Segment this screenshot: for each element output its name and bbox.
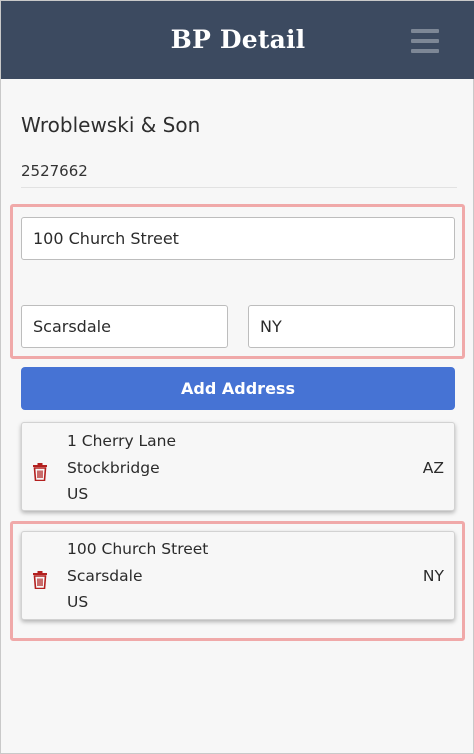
bp-name: Wroblewski & Son [21, 113, 201, 137]
city-input[interactable]: Scarsdale [21, 305, 228, 348]
address-street: 1 Cherry Lane [67, 432, 177, 450]
add-address-button[interactable]: Add Address [21, 367, 455, 410]
address-city: Stockbridge [67, 459, 160, 477]
address-card: 1 Cherry Lane Stockbridge US AZ [21, 422, 455, 511]
trash-icon[interactable] [32, 571, 48, 589]
app-header: BP Detail [1, 1, 474, 79]
bp-number: 2527662 [21, 162, 88, 180]
state-input[interactable]: NY [248, 305, 455, 348]
state-input-value: NY [260, 317, 282, 336]
street-input-value: 100 Church Street [33, 229, 179, 248]
address-street: 100 Church Street [67, 540, 209, 558]
street-input[interactable]: 100 Church Street [21, 217, 455, 260]
hamburger-menu-icon[interactable] [411, 29, 439, 53]
city-input-value: Scarsdale [33, 317, 111, 336]
page-title: BP Detail [170, 25, 306, 54]
address-country: US [67, 485, 89, 503]
address-country: US [67, 593, 89, 611]
divider [21, 187, 457, 188]
address-card: 100 Church Street Scarsdale US NY [21, 531, 455, 620]
address-state: NY [422, 567, 444, 585]
address-state: AZ [422, 459, 444, 477]
trash-icon[interactable] [32, 463, 48, 481]
address-city: Scarsdale [67, 567, 143, 585]
